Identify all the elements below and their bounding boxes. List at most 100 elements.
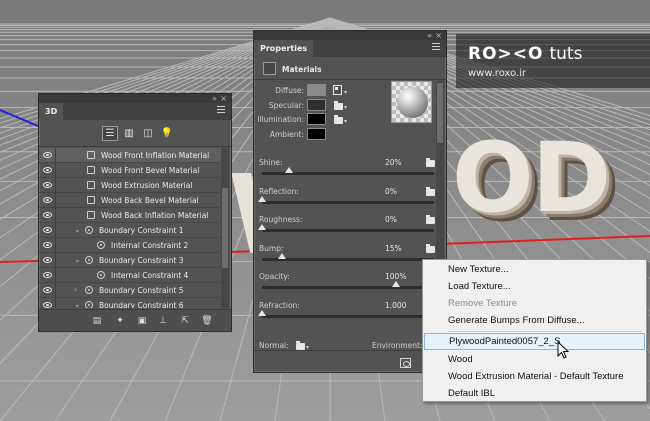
tab-3d[interactable]: 3D	[39, 103, 64, 120]
menu-item[interactable]: Default IBL	[424, 385, 645, 402]
visibility-toggle[interactable]	[39, 237, 56, 253]
lights-filter-icon[interactable]: 💡	[159, 126, 175, 141]
scene-row[interactable]: Internal Constraint 4	[39, 267, 221, 283]
panel-menu-icon[interactable]	[432, 43, 440, 51]
meshes-filter-icon[interactable]: ▥	[121, 126, 137, 141]
add-light-icon[interactable]: ✦	[114, 315, 126, 327]
panel-menu-icon[interactable]	[217, 106, 225, 114]
close-panel-icon[interactable]: ×	[435, 31, 442, 40]
scene-row[interactable]: › Boundary Constraint 5	[39, 282, 221, 298]
roughness-slider-track[interactable]	[262, 229, 434, 232]
diffuse-menu-arrow-icon[interactable]: ▾	[344, 89, 347, 96]
specular-color-swatch[interactable]	[307, 99, 326, 111]
reflection-value[interactable]: 0%	[385, 187, 397, 196]
shine-value[interactable]: 20%	[385, 158, 402, 167]
scene-row[interactable]: ⌄ Boundary Constraint 6	[39, 297, 221, 308]
menu-item[interactable]: PlywoodPainted0057_2_S	[424, 333, 645, 350]
import-icon[interactable]: ⇱	[179, 315, 191, 327]
bump-value[interactable]: 15%	[385, 244, 402, 253]
toggle-grid-icon[interactable]: ▣	[136, 315, 148, 327]
scene-row-label: Wood Front Bevel Material	[101, 166, 200, 175]
scene-row[interactable]: ⌄ Boundary Constraint 1	[39, 222, 221, 238]
render-preview-icon[interactable]	[400, 358, 411, 368]
specular-menu-arrow-icon[interactable]: ▾	[344, 104, 347, 111]
panel-3d-titlebar[interactable]: » ×	[39, 94, 231, 103]
material-preview-picker[interactable]	[391, 81, 432, 123]
close-panel-icon[interactable]: ×	[220, 94, 227, 103]
visibility-toggle[interactable]	[39, 267, 56, 283]
roughness-value[interactable]: 0%	[385, 215, 397, 224]
scene-row[interactable]: Wood Back Inflation Material	[39, 207, 221, 223]
menu-item[interactable]: Generate Bumps From Diffuse...	[424, 312, 645, 329]
scene-row[interactable]: ⌄ Boundary Constraint 3	[39, 252, 221, 268]
expand-arrow-icon[interactable]: ⌄	[74, 225, 81, 234]
collapse-panel-icon[interactable]: »	[212, 94, 217, 103]
material-icon	[87, 211, 95, 219]
render-settings-icon[interactable]: ▤	[91, 315, 103, 327]
shine-slider-thumb[interactable]	[284, 167, 293, 173]
visibility-toggle[interactable]	[39, 207, 56, 223]
expand-arrow-icon[interactable]: ⌄	[74, 255, 81, 264]
3d-wood-text[interactable]: OD	[452, 128, 611, 228]
visibility-toggle[interactable]	[39, 222, 56, 238]
scene-row[interactable]: Internal Constraint 2	[39, 237, 221, 253]
menu-item[interactable]: Wood Extrusion Material - Default Textur…	[424, 368, 645, 385]
bump-slider-track[interactable]	[262, 258, 434, 261]
watermark: RO><O tuts www.roxo.ir	[456, 34, 650, 88]
normal-menu-arrow-icon[interactable]: ▾	[306, 344, 309, 351]
ambient-color-swatch[interactable]	[307, 128, 326, 140]
eye-icon	[42, 287, 52, 293]
whole-scene-filter-icon[interactable]: ☰	[102, 126, 118, 141]
roughness-texture-folder-icon[interactable]	[426, 215, 435, 224]
diffuse-color-swatch[interactable]	[307, 84, 326, 96]
materials-filter-icon[interactable]: ◫	[140, 126, 156, 141]
visibility-toggle[interactable]	[39, 162, 56, 178]
roughness-slider-thumb[interactable]	[258, 224, 266, 230]
visibility-toggle[interactable]	[39, 297, 56, 308]
reflection-slider-thumb[interactable]	[258, 196, 266, 202]
specular-folder-icon[interactable]	[334, 101, 343, 110]
illumination-color-swatch[interactable]	[307, 113, 326, 125]
visibility-toggle[interactable]	[39, 177, 56, 193]
scene-row-label: Wood Front Inflation Material	[101, 151, 210, 160]
menu-item[interactable]: New Texture...	[424, 261, 645, 278]
diffuse-texture-icon[interactable]	[333, 85, 342, 95]
opacity-value[interactable]: 100%	[385, 272, 406, 281]
scene-row-label: Wood Extrusion Material	[101, 181, 193, 190]
collapse-panel-icon[interactable]: »	[427, 31, 432, 40]
bump-texture-folder-icon[interactable]	[426, 244, 435, 253]
bump-slider-thumb[interactable]	[278, 253, 287, 259]
reflection-texture-folder-icon[interactable]	[426, 187, 435, 196]
visibility-toggle[interactable]	[39, 252, 56, 268]
expand-arrow-icon[interactable]: ⌄	[74, 300, 81, 308]
mouse-cursor-icon	[557, 341, 569, 359]
scene-row[interactable]: Wood Back Bevel Material	[39, 192, 221, 208]
normal-folder-icon[interactable]	[296, 341, 305, 350]
scene-row[interactable]: Wood Extrusion Material	[39, 177, 221, 193]
visibility-toggle[interactable]	[39, 192, 56, 208]
opacity-slider-thumb[interactable]	[392, 281, 401, 287]
illumination-menu-arrow-icon[interactable]: ▾	[344, 118, 347, 125]
refraction-slider-thumb[interactable]	[258, 310, 266, 316]
menu-item[interactable]: Wood	[424, 351, 645, 368]
refraction-slider-track[interactable]	[262, 315, 434, 318]
collapsed-arrow-icon[interactable]: ›	[74, 285, 77, 294]
delete-icon[interactable]: 🗑	[201, 315, 213, 327]
menu-item[interactable]: Load Texture...	[424, 278, 645, 295]
material-icon	[87, 196, 95, 204]
ground-plane-icon[interactable]: ⊥	[157, 315, 169, 327]
visibility-toggle[interactable]	[39, 148, 56, 163]
constraint-icon	[85, 256, 93, 264]
panel-properties-titlebar[interactable]: » ×	[254, 31, 446, 40]
illumination-folder-icon[interactable]	[334, 115, 343, 124]
tab-properties[interactable]: Properties	[254, 40, 314, 57]
scene-row[interactable]: Wood Front Bevel Material	[39, 162, 221, 178]
opacity-slider-track[interactable]	[262, 286, 434, 289]
visibility-toggle[interactable]	[39, 282, 56, 298]
scene-row[interactable]: Wood Front Inflation Material	[39, 148, 221, 163]
scene-list-scrollbar[interactable]	[221, 148, 229, 308]
watermark-brand-thin: tuts	[549, 44, 583, 64]
shine-texture-folder-icon[interactable]	[426, 158, 435, 167]
reflection-slider-track[interactable]	[262, 201, 434, 204]
refraction-value[interactable]: 1.000	[385, 301, 406, 310]
